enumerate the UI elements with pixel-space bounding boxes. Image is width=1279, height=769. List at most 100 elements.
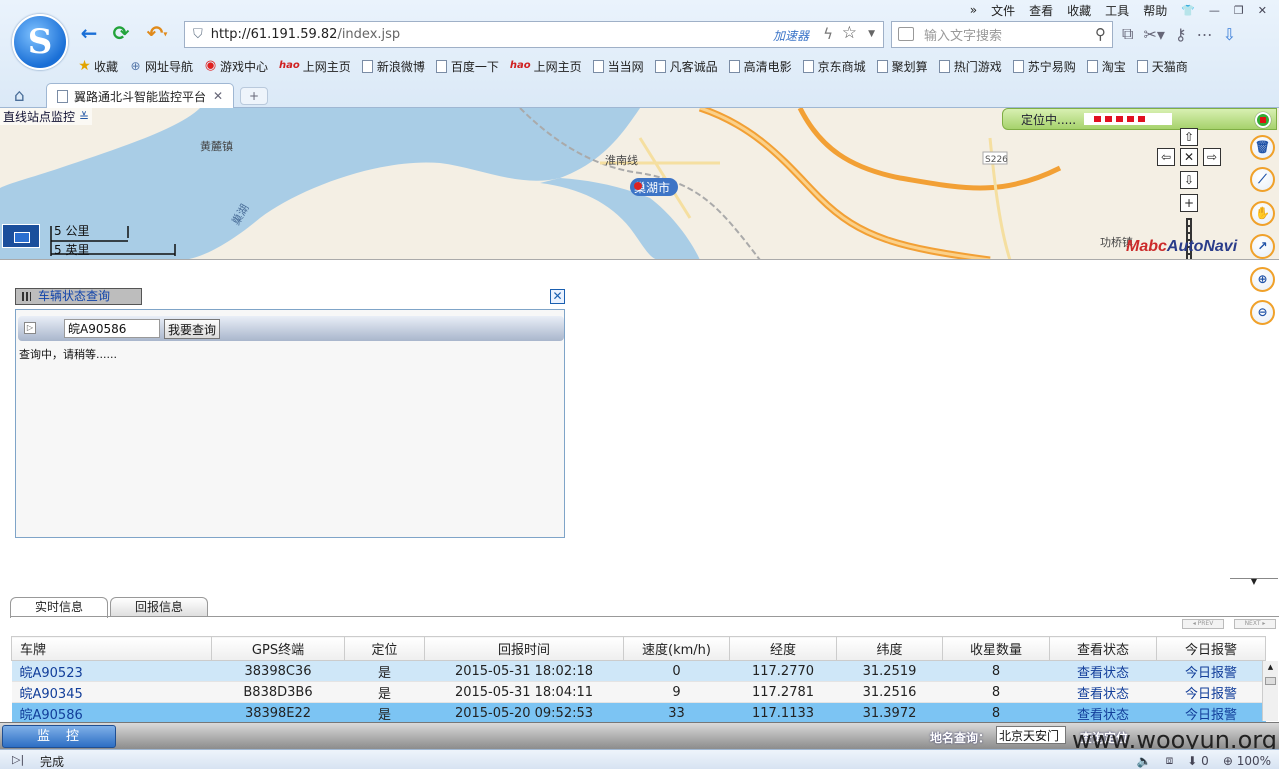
- tab-realtime[interactable]: 实时信息: [10, 597, 109, 618]
- overview-map-toggle-icon[interactable]: [2, 224, 40, 248]
- column-header[interactable]: 车牌: [11, 636, 212, 661]
- address-bar[interactable]: ⛉ http://61.191.59.82/index.jsp 加速器 ϟ ☆ …: [184, 21, 884, 48]
- select-area-icon[interactable]: ↗: [1250, 234, 1275, 259]
- bookmark-item[interactable]: 天猫商: [1136, 58, 1188, 75]
- column-header[interactable]: 纬度: [836, 636, 943, 661]
- new-tab-button[interactable]: +: [240, 87, 268, 105]
- column-header[interactable]: 收星数量: [942, 636, 1050, 661]
- map-view[interactable]: 黄麓镇 淮南线 巢湖市 S226 功桥镇 巢湖 直线站点监控 ≚ 定位中....…: [0, 108, 1279, 260]
- query-panel-title[interactable]: 车辆状态查询: [15, 288, 142, 305]
- bookmark-item[interactable]: hao 上网主页: [279, 58, 351, 75]
- speaker-icon[interactable]: 🔈: [1137, 754, 1152, 768]
- ruler-icon[interactable]: ⟋: [1250, 167, 1275, 192]
- bookmark-star-icon[interactable]: ☆: [842, 23, 857, 43]
- magnify-in-icon[interactable]: ⊕: [1250, 267, 1275, 292]
- tab-close-icon[interactable]: ✕: [213, 89, 223, 103]
- collapse-panel-icon[interactable]: ▼: [1230, 578, 1278, 586]
- tab-active[interactable]: 翼路通北斗智能监控平台 ✕: [46, 83, 234, 109]
- expand-icon[interactable]: ▷: [24, 322, 36, 334]
- refresh-icon[interactable]: ⟳: [110, 22, 132, 44]
- bookmark-item[interactable]: 淘宝: [1086, 58, 1126, 75]
- bookmark-item[interactable]: ◉ 游戏中心: [204, 58, 268, 75]
- pan-down-icon[interactable]: ⇩: [1180, 171, 1198, 189]
- back-arrow-icon[interactable]: ←: [78, 22, 100, 44]
- address-url[interactable]: http://61.191.59.82/index.jsp: [211, 27, 400, 42]
- window-icon[interactable]: ⧈: [1166, 753, 1174, 768]
- magnify-out-icon[interactable]: ⊖: [1250, 300, 1275, 325]
- restore-icon[interactable]: ❐: [1234, 4, 1244, 17]
- bookmark-item[interactable]: 凡客诚品: [654, 58, 718, 75]
- monitor-button[interactable]: 监控: [2, 725, 116, 748]
- key-icon[interactable]: ⚷: [1175, 25, 1187, 44]
- pan-left-icon[interactable]: ⇦: [1157, 148, 1175, 166]
- plate-input[interactable]: [64, 319, 160, 338]
- menu-view[interactable]: 查看: [1029, 2, 1053, 19]
- column-header[interactable]: 速度(km/h): [623, 636, 730, 661]
- trash-icon[interactable]: 🗑: [1250, 135, 1275, 160]
- column-header[interactable]: 定位: [344, 636, 425, 661]
- cell-plate[interactable]: 皖A90523: [11, 660, 212, 682]
- bookmark-item[interactable]: ⊕ 网址导航: [129, 58, 193, 75]
- bookmark-item[interactable]: ★ 收藏: [78, 58, 118, 75]
- query-button[interactable]: 我要查询: [164, 319, 220, 339]
- today-alarm-link[interactable]: 今日报警: [1156, 681, 1266, 703]
- menu-tools[interactable]: 工具: [1105, 2, 1129, 19]
- bolt-icon[interactable]: ϟ: [823, 25, 833, 43]
- cell-plate[interactable]: 皖A90345: [11, 681, 212, 703]
- query-panel-close-icon[interactable]: ✕: [550, 289, 565, 304]
- more-icon[interactable]: ⋯: [1197, 25, 1213, 44]
- vehicle-marker-icon[interactable]: [634, 182, 642, 190]
- station-monitor-label[interactable]: 直线站点监控 ≚: [0, 108, 92, 125]
- undo-icon[interactable]: ↶▾: [142, 22, 172, 44]
- view-status-link[interactable]: 查看状态: [1049, 681, 1157, 703]
- zoom-level[interactable]: ⊕ 100%: [1223, 754, 1271, 768]
- sidebar-icon[interactable]: ⧉: [1122, 24, 1133, 44]
- menu-more-icon[interactable]: »: [970, 3, 977, 17]
- pan-reset-icon[interactable]: ✕: [1180, 148, 1198, 166]
- bookmark-item[interactable]: 热门游戏: [938, 58, 1002, 75]
- menu-favorites[interactable]: 收藏: [1067, 2, 1091, 19]
- home-icon[interactable]: ⌂: [14, 86, 25, 106]
- table-scrollbar[interactable]: ▲: [1262, 661, 1278, 721]
- scroll-thumb[interactable]: [1265, 677, 1276, 685]
- accelerator-button[interactable]: 加速器: [773, 27, 809, 44]
- column-header[interactable]: 查看状态: [1049, 636, 1157, 661]
- bookmark-item[interactable]: 高清电影: [728, 58, 792, 75]
- view-status-link[interactable]: 查看状态: [1049, 660, 1157, 682]
- record-icon[interactable]: [1255, 112, 1271, 128]
- close-window-icon[interactable]: ✕: [1258, 4, 1267, 17]
- image-search-icon[interactable]: [898, 27, 914, 41]
- download-icon[interactable]: ⇩: [1223, 25, 1236, 44]
- column-header[interactable]: GPS终端: [211, 636, 345, 661]
- prev-page-button[interactable]: ◂ PREV: [1182, 619, 1224, 629]
- today-alarm-link[interactable]: 今日报警: [1156, 660, 1266, 682]
- pan-right-icon[interactable]: ⇨: [1203, 148, 1221, 166]
- next-page-button[interactable]: NEXT ▸: [1234, 619, 1276, 629]
- view-status-link[interactable]: 查看状态: [1049, 702, 1157, 724]
- menu-file[interactable]: 文件: [991, 2, 1015, 19]
- cell-plate[interactable]: 皖A90586: [11, 702, 212, 724]
- bookmark-item[interactable]: 苏宁易购: [1012, 58, 1076, 75]
- pan-up-icon[interactable]: ⇧: [1180, 128, 1198, 146]
- search-icon[interactable]: ⚲: [1095, 25, 1106, 43]
- download-status[interactable]: ⬇ 0: [1187, 754, 1209, 768]
- table-row[interactable]: 皖A90523 38398C36 是 2015-05-31 18:02:18 0 117.…: [11, 660, 1266, 682]
- tab-report[interactable]: 回报信息: [110, 597, 209, 617]
- hand-pan-icon[interactable]: ✋: [1250, 201, 1275, 226]
- address-dropdown-icon[interactable]: ▼: [868, 29, 875, 39]
- bookmark-item[interactable]: hao 上网主页: [510, 58, 582, 75]
- place-search-input[interactable]: [996, 726, 1066, 744]
- table-row[interactable]: 皖A90345 B838D3B6 是 2015-05-31 18:04:11 9 117.…: [11, 681, 1266, 703]
- bookmark-item[interactable]: 百度一下: [435, 58, 499, 75]
- bookmark-item[interactable]: 当当网: [592, 58, 644, 75]
- sidebar-toggle-icon[interactable]: ▷|: [12, 753, 24, 766]
- today-alarm-link[interactable]: 今日报警: [1156, 702, 1266, 724]
- menu-help[interactable]: 帮助: [1143, 2, 1167, 19]
- column-header[interactable]: 回报时间: [424, 636, 624, 661]
- scissors-icon[interactable]: ✂▾: [1143, 25, 1164, 44]
- scroll-up-icon[interactable]: ▲: [1265, 663, 1276, 673]
- bookmark-item[interactable]: 京东商城: [802, 58, 866, 75]
- drag-grip-icon[interactable]: [22, 292, 31, 301]
- column-header[interactable]: 今日报警: [1156, 636, 1266, 661]
- skin-icon[interactable]: 👕: [1181, 4, 1195, 17]
